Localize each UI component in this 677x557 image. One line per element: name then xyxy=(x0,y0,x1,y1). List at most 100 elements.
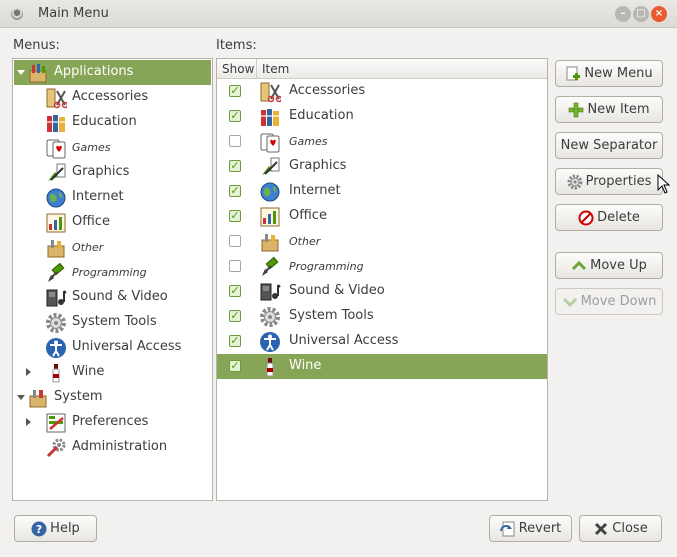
close-window-icon[interactable]: × xyxy=(651,6,667,22)
item-row-accessories[interactable]: ✓ Accessories xyxy=(217,79,547,104)
new-item-label: New Item xyxy=(587,102,650,117)
column-header-item[interactable]: Item xyxy=(257,59,547,79)
move-up-button[interactable]: Move Up xyxy=(555,252,663,279)
mouse-cursor-icon xyxy=(657,174,671,194)
other-icon xyxy=(259,231,281,253)
items-list[interactable]: Show Item ✓ Accessories ✓ Education Games ✓ Gr… xyxy=(216,58,548,501)
show-checkbox[interactable]: ✓ xyxy=(229,285,241,297)
item-row-graphics[interactable]: ✓ Graphics xyxy=(217,154,547,179)
show-checkbox[interactable] xyxy=(229,260,241,272)
menu-tree-item-accessories[interactable]: Accessories xyxy=(14,85,211,110)
item-label: Programming xyxy=(289,260,364,273)
item-label: Office xyxy=(289,208,327,223)
menu-tree-item-other[interactable]: Other xyxy=(14,235,211,260)
expander-closed-icon[interactable] xyxy=(26,368,31,376)
menu-tree-label: Wine xyxy=(72,364,105,379)
show-checkbox[interactable]: ✓ xyxy=(229,85,241,97)
menu-tree-label: System Tools xyxy=(72,314,157,329)
menu-tree-label: Graphics xyxy=(72,164,130,179)
wine-icon xyxy=(45,362,67,384)
menu-tree-label: Administration xyxy=(72,439,168,454)
menu-tree-item-system[interactable]: System xyxy=(14,385,211,410)
minimize-icon[interactable]: – xyxy=(615,6,631,22)
properties-button[interactable]: Properties xyxy=(555,168,663,195)
close-button[interactable]: Close xyxy=(579,515,662,542)
item-row-internet[interactable]: ✓ Internet xyxy=(217,179,547,204)
menu-tree-item-games[interactable]: Games xyxy=(14,135,211,160)
universal-access-icon xyxy=(259,331,281,353)
programming-icon xyxy=(259,256,281,278)
item-row-sound-and-video[interactable]: ✓ Sound & Video xyxy=(217,279,547,304)
new-separator-label: New Separator xyxy=(560,138,658,153)
new-item-button[interactable]: New Item xyxy=(555,96,663,123)
menu-tree-item-wine[interactable]: Wine xyxy=(14,360,211,385)
show-checkbox[interactable]: ✓ xyxy=(229,210,241,222)
menu-tree-label: Other xyxy=(72,241,104,254)
menu-tree-item-sound-and-video[interactable]: Sound & Video xyxy=(14,285,211,310)
delete-label: Delete xyxy=(597,210,640,225)
item-label: System Tools xyxy=(289,308,374,323)
item-row-education[interactable]: ✓ Education xyxy=(217,104,547,129)
menu-tree-label: System xyxy=(54,389,103,404)
office-icon xyxy=(45,212,67,234)
menu-tree-label: Accessories xyxy=(72,89,149,104)
menu-tree-label: Internet xyxy=(72,189,124,204)
games-icon xyxy=(45,137,67,159)
wine-icon xyxy=(259,356,281,378)
expander-open-icon[interactable] xyxy=(17,395,25,400)
internet-icon xyxy=(45,187,67,209)
revert-icon xyxy=(499,521,516,537)
show-checkbox[interactable] xyxy=(229,235,241,247)
show-checkbox[interactable]: ✓ xyxy=(229,110,241,122)
delete-button[interactable]: Delete xyxy=(555,204,663,231)
menu-tree-item-system-tools[interactable]: System Tools xyxy=(14,310,211,335)
show-checkbox[interactable]: ✓ xyxy=(229,185,241,197)
menu-tree-item-administration[interactable]: Administration xyxy=(14,435,211,460)
item-row-games[interactable]: Games xyxy=(217,129,547,154)
item-row-wine[interactable]: ✓ Wine xyxy=(217,354,547,379)
column-header-show[interactable]: Show xyxy=(217,59,257,79)
item-row-other[interactable]: Other xyxy=(217,229,547,254)
revert-button[interactable]: Revert xyxy=(489,515,572,542)
show-checkbox[interactable] xyxy=(229,135,241,147)
menu-tree-label: Universal Access xyxy=(72,339,182,354)
item-row-universal-access[interactable]: ✓ Universal Access xyxy=(217,329,547,354)
close-label: Close xyxy=(612,521,648,536)
item-label: Internet xyxy=(289,183,341,198)
new-menu-button[interactable]: New Menu xyxy=(555,60,663,87)
preferences-icon xyxy=(45,412,67,434)
menu-tree-item-graphics[interactable]: Graphics xyxy=(14,160,211,185)
item-row-office[interactable]: ✓ Office xyxy=(217,204,547,229)
menus-tree[interactable]: Applications Accessories Education Games Gra… xyxy=(12,58,213,501)
menu-tree-item-internet[interactable]: Internet xyxy=(14,185,211,210)
new-separator-button[interactable]: New Separator xyxy=(555,132,663,159)
system-icon xyxy=(27,387,49,409)
close-icon xyxy=(593,521,609,537)
menu-tree-item-preferences[interactable]: Preferences xyxy=(14,410,211,435)
plus-icon xyxy=(568,102,584,118)
expander-closed-icon[interactable] xyxy=(26,418,31,426)
show-checkbox[interactable]: ✓ xyxy=(229,335,241,347)
move-down-button[interactable]: Move Down xyxy=(555,288,663,315)
applications-icon xyxy=(27,62,49,84)
show-checkbox[interactable]: ✓ xyxy=(229,160,241,172)
menu-tree-item-education[interactable]: Education xyxy=(14,110,211,135)
window-menu-icon[interactable] xyxy=(11,8,23,20)
maximize-icon[interactable]: □ xyxy=(633,6,649,22)
item-row-system-tools[interactable]: ✓ System Tools xyxy=(217,304,547,329)
item-row-programming[interactable]: Programming xyxy=(217,254,547,279)
menu-tree-item-applications[interactable]: Applications xyxy=(14,60,211,85)
item-label: Sound & Video xyxy=(289,283,385,298)
show-checkbox[interactable]: ✓ xyxy=(229,360,241,372)
help-button[interactable]: ? Help xyxy=(14,515,97,542)
show-checkbox[interactable]: ✓ xyxy=(229,310,241,322)
menu-tree-item-universal-access[interactable]: Universal Access xyxy=(14,335,211,360)
new-menu-label: New Menu xyxy=(584,66,653,81)
menu-tree-item-programming[interactable]: Programming xyxy=(14,260,211,285)
expander-open-icon[interactable] xyxy=(17,70,25,75)
menu-tree-label: Programming xyxy=(72,266,147,279)
administration-icon xyxy=(45,437,67,459)
menu-tree-item-office[interactable]: Office xyxy=(14,210,211,235)
menu-tree-label: Preferences xyxy=(72,414,149,429)
games-icon xyxy=(259,131,281,153)
